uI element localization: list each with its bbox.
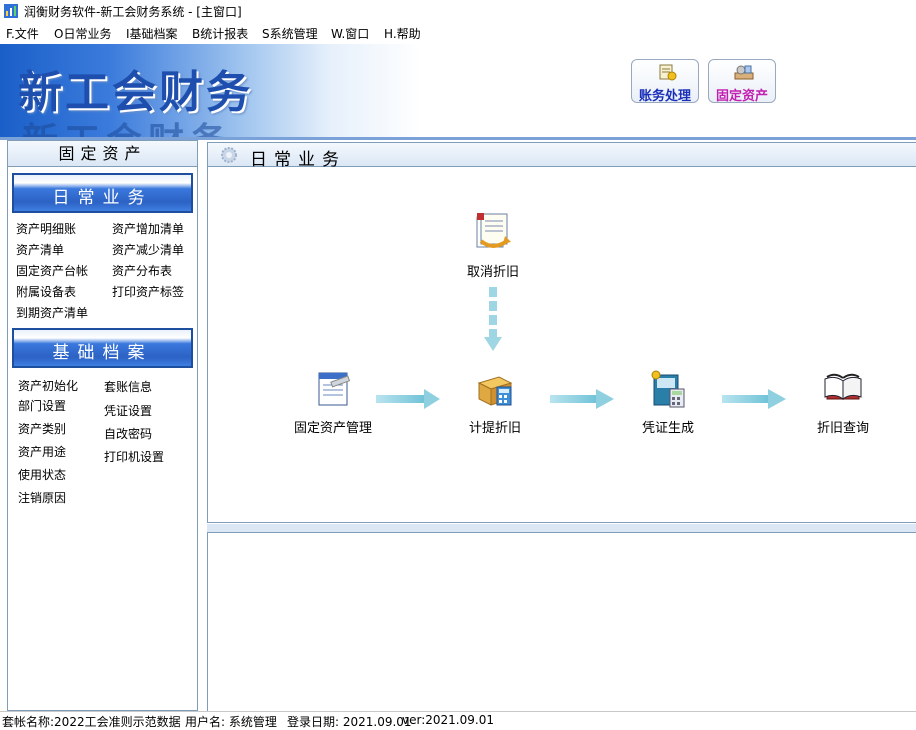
status-version: ver:2021.09.01 (402, 713, 494, 727)
panel-splitter[interactable] (207, 524, 916, 533)
ledger-icon (659, 64, 677, 81)
menu-help[interactable]: H.帮助 (384, 25, 421, 42)
sidebar-item-printer-settings[interactable]: 打印机设置 (104, 448, 164, 465)
daily-section-label: 日常业务 (52, 188, 153, 208)
gear-icon (221, 147, 237, 163)
status-bar: 套帐名称:2022工会准则示范数据 用户名: 系统管理 登录日期: 2021.0… (0, 711, 916, 729)
sidebar-item-asset-usage[interactable]: 资产用途 (18, 443, 66, 460)
window-title: 润衡财务软件-新工会财务系统 - [主窗口] (24, 5, 242, 19)
cancel-depreciation-icon (476, 213, 511, 248)
depreciate-icon (477, 376, 513, 406)
basic-section-button[interactable]: 基础档案 (12, 328, 193, 368)
sidebar-item-attached-equipment[interactable]: 附属设备表 (16, 283, 76, 300)
status-login-date: 登录日期: 2021.09.01 (287, 715, 412, 729)
sidebar-item-cancel-reason[interactable]: 注销原因 (18, 489, 66, 506)
sidebar-item-voucher-settings[interactable]: 凭证设置 (104, 402, 152, 419)
basic-section-label: 基础档案 (52, 343, 153, 363)
assets-icon (734, 65, 754, 80)
depreciate-node[interactable]: 计提折旧 (440, 367, 550, 447)
app-icon (4, 4, 18, 18)
asset-management-node[interactable]: 固定资产管理 (278, 367, 388, 447)
menu-basic[interactable]: I基础档案 (126, 25, 178, 42)
right-arrow-3 (722, 389, 786, 409)
sidebar-item-account-info[interactable]: 套账信息 (104, 378, 152, 395)
menu-window[interactable]: W.窗口 (331, 25, 369, 42)
sidebar-item-asset-category[interactable]: 资产类别 (18, 420, 66, 437)
sidebar-item-asset-register[interactable]: 固定资产台帐 (16, 262, 88, 279)
menu-reports[interactable]: B统计报表 (192, 25, 248, 42)
sidebar-item-asset-init[interactable]: 资产初始化 (18, 377, 78, 394)
sidebar: 固定资产 日常业务 资产明细账 资产增加清单 资产清单 资产减少清单 固定资产台… (7, 140, 198, 711)
sidebar-item-asset-distribution[interactable]: 资产分布表 (112, 262, 172, 279)
voucher-generate-icon (651, 370, 685, 408)
flow-arrows (376, 287, 786, 409)
voucher-generate-label: 凭证生成 (641, 421, 694, 436)
down-arrow (484, 287, 502, 351)
main-header: 日常业务 (207, 142, 916, 170)
sidebar-item-change-password[interactable]: 自改密码 (104, 425, 152, 442)
cancel-depreciation-node[interactable]: 取消折旧 (438, 211, 548, 291)
sidebar-item-asset-ledger[interactable]: 资产明细账 (16, 220, 76, 237)
banner-title: 新工会财务 (18, 67, 253, 118)
sidebar-item-asset-decrease[interactable]: 资产减少清单 (112, 241, 184, 258)
asset-management-icon (318, 372, 351, 406)
depreciation-query-icon (824, 373, 862, 400)
sidebar-item-usage-status[interactable]: 使用状态 (18, 466, 66, 483)
right-arrow-2 (550, 389, 614, 409)
sidebar-title: 固定资产 (8, 141, 197, 167)
menu-bar: F.文件 O日常业务 I基础档案 B统计报表 S系统管理 W.窗口 H.帮助 (0, 22, 916, 44)
banner-reflection: 新工会财务 (22, 112, 232, 137)
sidebar-item-asset-list[interactable]: 资产清单 (16, 241, 64, 258)
sidebar-item-department[interactable]: 部门设置 (18, 397, 66, 414)
title-bar: 润衡财务软件-新工会财务系统 - [主窗口] (0, 0, 916, 22)
asset-management-label: 固定资产管理 (293, 421, 372, 436)
banner: 新工会财务 新工会财务 (0, 44, 916, 137)
status-user: 用户名: 系统管理 (185, 715, 277, 729)
lower-panel (207, 533, 916, 711)
menu-system[interactable]: S系统管理 (262, 25, 318, 42)
voucher-generate-node[interactable]: 凭证生成 (613, 367, 723, 447)
depreciate-label: 计提折旧 (468, 421, 521, 436)
fixed-assets-button-label: 固定资产 (715, 89, 768, 104)
accounting-button[interactable]: 账务处理 (631, 59, 699, 104)
daily-section-button[interactable]: 日常业务 (12, 173, 193, 213)
flow-panel: 取消折旧 固定资产管理 计提折旧 凭证生成 折旧查询 (207, 167, 916, 523)
status-account: 套帐名称:2022工会准则示范数据 (2, 715, 181, 729)
depreciation-query-label: 折旧查询 (816, 421, 869, 436)
cancel-depreciation-label: 取消折旧 (466, 265, 519, 280)
menu-daily[interactable]: O日常业务 (54, 25, 111, 42)
sidebar-item-expiring-assets[interactable]: 到期资产清单 (16, 304, 88, 321)
depreciation-query-node[interactable]: 折旧查询 (788, 367, 898, 447)
sidebar-item-print-labels[interactable]: 打印资产标签 (112, 283, 184, 300)
sidebar-item-asset-increase[interactable]: 资产增加清单 (112, 220, 184, 237)
accounting-button-label: 账务处理 (638, 89, 691, 104)
fixed-assets-button[interactable]: 固定资产 (708, 59, 776, 104)
menu-file[interactable]: F.文件 (6, 25, 39, 42)
